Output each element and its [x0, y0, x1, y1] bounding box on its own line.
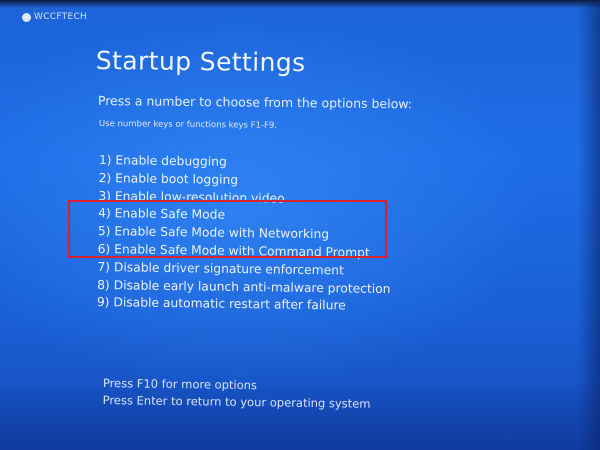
key-hint-text: Use number keys or functions keys F1-F9. — [98, 119, 278, 131]
watermark-logo-icon — [22, 12, 31, 22]
startup-settings-screen: WCCFTECH Startup Settings Press a number… — [0, 0, 600, 450]
top-bezel — [0, 0, 600, 8]
footer-instructions: Press F10 for more options Press Enter t… — [103, 375, 371, 413]
safe-mode-highlight-box — [68, 200, 387, 258]
option-disable-automatic-restart[interactable]: 9) Disable automatic restart after failu… — [97, 294, 391, 316]
watermark-text: WCCFTECH — [34, 12, 88, 22]
instructions-text: Press a number to choose from the option… — [97, 93, 413, 112]
watermark-logo: WCCFTECH — [22, 12, 87, 22]
page-title: Startup Settings — [95, 46, 306, 78]
